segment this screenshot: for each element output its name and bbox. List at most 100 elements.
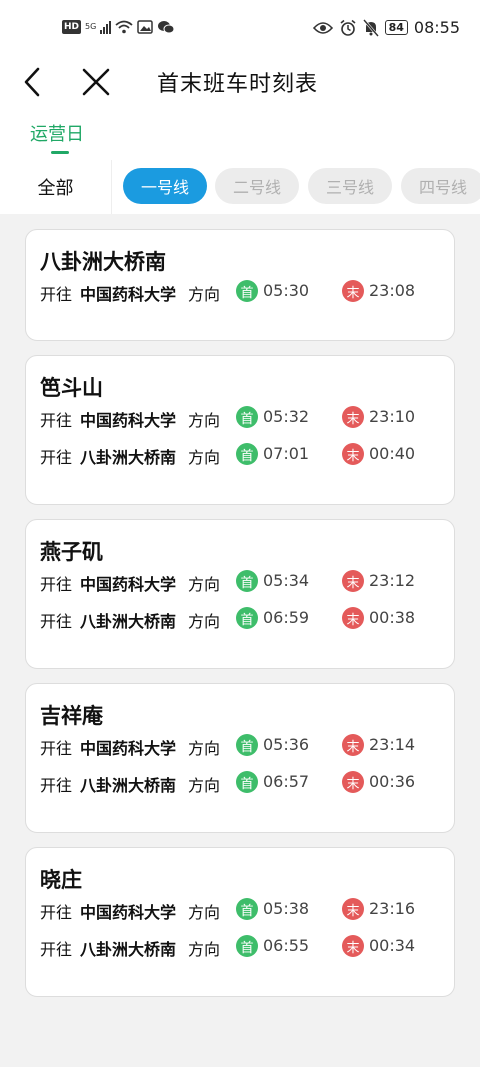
direction-label: 方向	[188, 411, 221, 430]
direction-row: 开往 八卦洲大桥南 方向首 06:55 末 00:34	[40, 934, 450, 960]
towards-label: 开往	[40, 448, 73, 467]
last-train-badge: 末	[342, 607, 364, 629]
network-type: 5G	[85, 22, 97, 31]
destination: 中国药科大学	[80, 575, 177, 594]
page-title: 首末班车时刻表	[157, 72, 319, 97]
direction-label: 方向	[188, 448, 221, 467]
first-train-badge: 首	[236, 935, 258, 957]
destination: 八卦洲大桥南	[80, 612, 177, 631]
first-train-time: 05:30	[263, 281, 310, 300]
towards-label: 开往	[40, 903, 73, 922]
alarm-icon	[340, 19, 356, 36]
last-train-badge: 末	[342, 443, 364, 465]
destination: 八卦洲大桥南	[80, 776, 177, 795]
direction-row: 开往 中国药科大学 方向首 05:32 末 23:10	[40, 405, 450, 431]
status-bar: HD 5G 84 08:55	[0, 0, 480, 58]
first-train-time: 06:55	[263, 936, 310, 955]
first-train-badge: 首	[236, 570, 258, 592]
direction-row: 开往 中国药科大学 方向首 05:38 末 23:16	[40, 897, 450, 923]
direction-row: 开往 中国药科大学 方向首 05:30 末 23:08	[40, 279, 450, 305]
first-train-time: 07:01	[263, 444, 310, 463]
destination: 中国药科大学	[80, 903, 177, 922]
first-train-badge: 首	[236, 280, 258, 302]
status-icons-right: 84 08:55	[312, 18, 460, 37]
destination: 中国药科大学	[80, 411, 177, 430]
first-train-badge: 首	[236, 734, 258, 756]
last-train-time: 00:40	[369, 444, 416, 463]
app-header: 首末班车时刻表	[0, 58, 480, 108]
line-chip-4[interactable]: 四号线	[401, 168, 480, 204]
first-train-time: 06:59	[263, 608, 310, 627]
direction-row: 开往 中国药科大学 方向首 05:34 末 23:12	[40, 569, 450, 595]
line-chip-1[interactable]: 一号线	[123, 168, 207, 204]
direction-row: 开往 八卦洲大桥南 方向首 06:59 末 00:38	[40, 606, 450, 632]
station-name: 晓庄	[40, 868, 82, 892]
direction-label: 方向	[188, 285, 221, 304]
clock: 08:55	[413, 18, 460, 37]
station-name: 笆斗山	[40, 376, 103, 400]
last-train-badge: 末	[342, 406, 364, 428]
last-train-time: 00:36	[369, 772, 416, 791]
last-train-badge: 末	[342, 771, 364, 793]
chevron-left-icon	[24, 67, 40, 97]
status-icons-left: HD 5G	[62, 20, 175, 34]
last-train-time: 00:34	[369, 936, 416, 955]
first-train-badge: 首	[236, 443, 258, 465]
line-chip-3[interactable]: 三号线	[308, 168, 392, 204]
first-train-badge: 首	[236, 771, 258, 793]
destination: 中国药科大学	[80, 739, 177, 758]
first-train-badge: 首	[236, 406, 258, 428]
image-icon	[137, 20, 154, 34]
last-train-badge: 末	[342, 570, 364, 592]
hd-badge: HD	[62, 20, 82, 34]
last-train-time: 23:14	[369, 735, 416, 754]
station-name: 八卦洲大桥南	[40, 250, 166, 274]
battery-indicator: 84	[384, 20, 408, 35]
eye-icon	[312, 21, 333, 34]
close-button[interactable]	[76, 62, 116, 102]
last-train-time: 23:16	[369, 899, 416, 918]
direction-label: 方向	[188, 776, 221, 795]
tab-underline	[51, 151, 69, 154]
last-train-badge: 末	[342, 734, 364, 756]
day-tab-bar: 运营日	[0, 108, 480, 160]
last-train-time: 23:10	[369, 407, 416, 426]
mute-bell-icon	[362, 18, 379, 37]
destination: 中国药科大学	[80, 285, 177, 304]
signal-icon	[100, 20, 112, 34]
line-selector: 全部 一号线 二号线 三号线 四号线	[0, 160, 480, 214]
direction-row: 开往 八卦洲大桥南 方向首 06:57 末 00:36	[40, 770, 450, 796]
first-train-time: 05:38	[263, 899, 310, 918]
last-train-time: 23:12	[369, 571, 416, 590]
towards-label: 开往	[40, 776, 73, 795]
line-chip-2[interactable]: 二号线	[215, 168, 299, 204]
first-train-badge: 首	[236, 898, 258, 920]
towards-label: 开往	[40, 285, 73, 304]
direction-row: 开往 八卦洲大桥南 方向首 07:01 末 00:40	[40, 442, 450, 468]
direction-label: 方向	[188, 739, 221, 758]
wifi-icon	[115, 20, 133, 34]
direction-label: 方向	[188, 903, 221, 922]
direction-row: 开往 中国药科大学 方向首 05:36 末 23:14	[40, 733, 450, 759]
first-train-time: 05:34	[263, 571, 310, 590]
back-button[interactable]	[12, 62, 52, 102]
direction-label: 方向	[188, 612, 221, 631]
station-card: 燕子矶 开往 中国药科大学 方向首 05:34 末 23:12 开往 八卦洲大桥南 方向首 06:5…	[25, 519, 455, 669]
station-name: 吉祥庵	[40, 704, 103, 728]
first-train-time: 05:32	[263, 407, 310, 426]
direction-label: 方向	[188, 940, 221, 959]
towards-label: 开往	[40, 612, 73, 631]
destination: 八卦洲大桥南	[80, 448, 177, 467]
station-name: 燕子矶	[40, 540, 103, 564]
first-train-time: 05:36	[263, 735, 310, 754]
tab-operating-day[interactable]: 运营日	[30, 120, 84, 146]
last-train-time: 00:38	[369, 608, 416, 627]
tab-all[interactable]: 全部	[0, 160, 112, 214]
station-card: 笆斗山 开往 中国药科大学 方向首 05:32 末 23:10 开往 八卦洲大桥南 方向首 07:0…	[25, 355, 455, 505]
wechat-icon	[158, 21, 175, 34]
last-train-badge: 末	[342, 898, 364, 920]
last-train-badge: 末	[342, 935, 364, 957]
destination: 八卦洲大桥南	[80, 940, 177, 959]
towards-label: 开往	[40, 575, 73, 594]
last-train-time: 23:08	[369, 281, 416, 300]
